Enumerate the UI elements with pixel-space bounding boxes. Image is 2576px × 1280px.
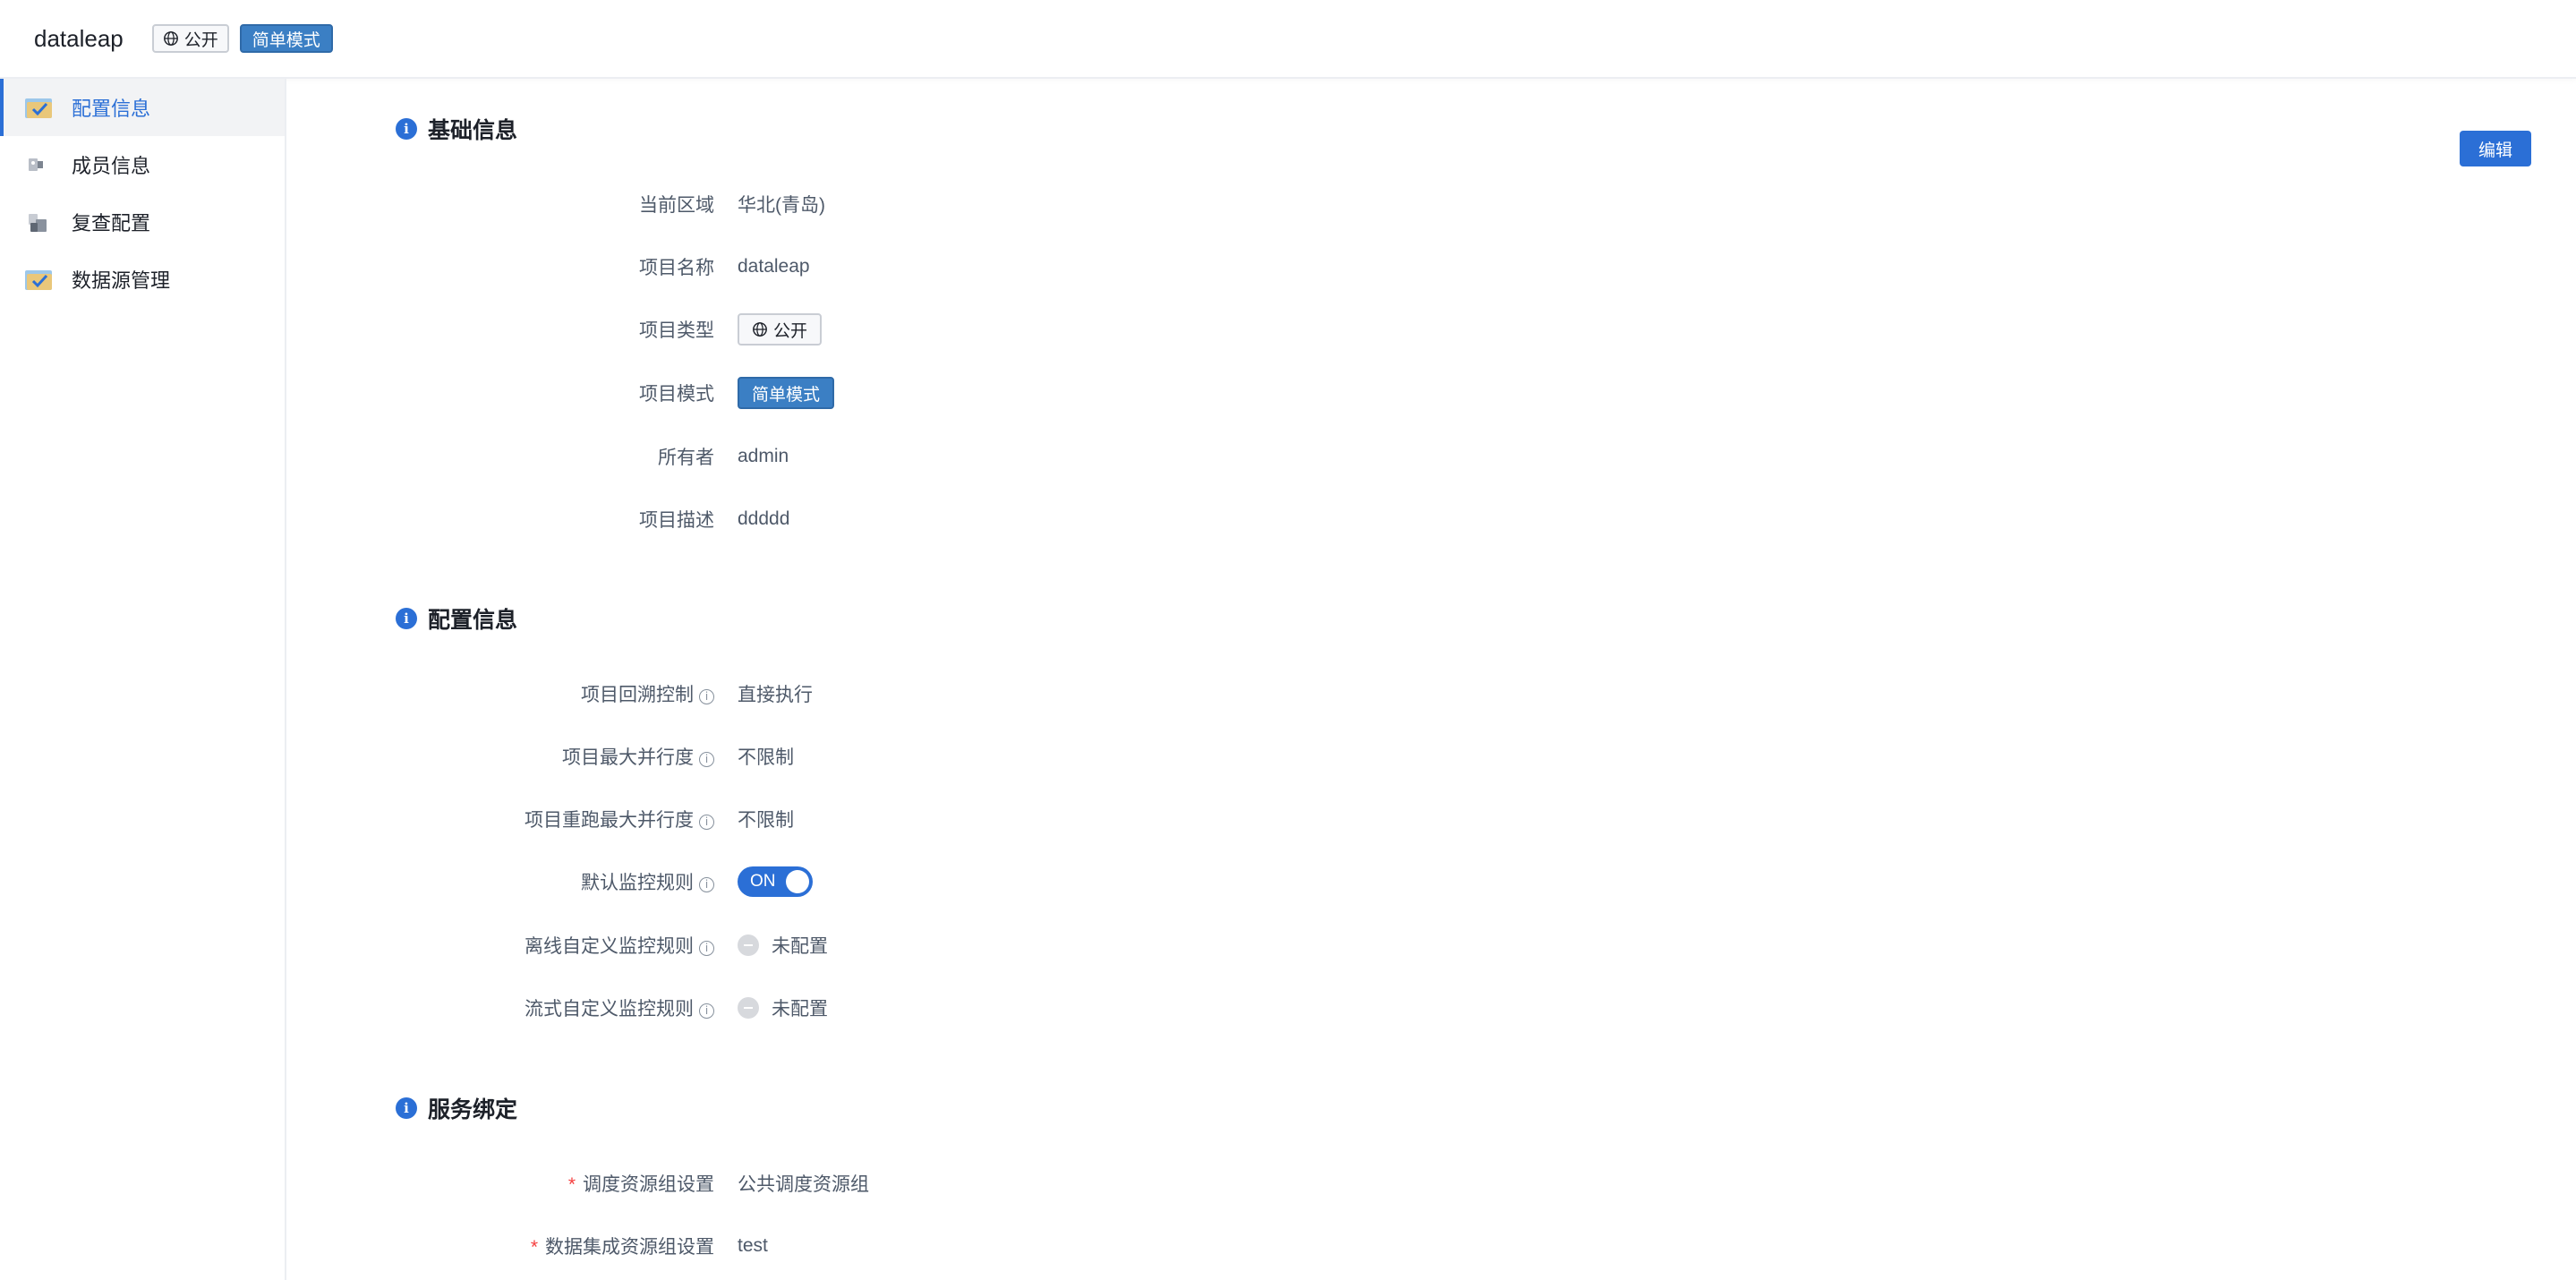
help-icon[interactable]: i xyxy=(699,689,714,704)
edit-button[interactable]: 编辑 xyxy=(2460,131,2531,166)
backfill-label-text: 项目回溯控制 xyxy=(581,685,694,705)
sidebar-item-label: 成员信息 xyxy=(72,155,151,177)
row-backfill: 项目回溯控制 i 直接执行 xyxy=(288,676,1541,712)
region-value: 华北(青岛) xyxy=(738,195,825,216)
required-mark: * xyxy=(567,1174,576,1195)
info-icon: i xyxy=(396,608,417,629)
sidebar-item-review[interactable]: 复查配置 xyxy=(0,193,285,251)
info-icon: i xyxy=(396,1097,417,1119)
section-title-text: 基础信息 xyxy=(428,118,518,143)
sidebar-item-members[interactable]: 成员信息 xyxy=(0,136,285,193)
row-schedule: * 调度资源组设置 公共调度资源组 xyxy=(288,1165,1541,1201)
type-value: 公开 xyxy=(738,313,823,346)
monitor-label-text: 默认监控规则 xyxy=(581,873,694,893)
max-parallel-value: 不限制 xyxy=(738,747,794,768)
desc-value: ddddd xyxy=(738,508,790,529)
help-icon[interactable]: i xyxy=(699,815,714,830)
stream-label-text: 流式自定义监控规则 xyxy=(525,999,694,1020)
row-owner: 所有者 admin xyxy=(288,439,1541,474)
section-title-binding: i 服务绑定 xyxy=(396,1092,517,1124)
sidebar-item-label: 复查配置 xyxy=(72,212,151,235)
main-content: 编辑 i 基础信息 当前区域 华北(青岛) 项目名称 dataleap 项目类型… xyxy=(288,79,2576,1280)
public-tag-label: 公开 xyxy=(183,30,218,50)
desc-label: 项目描述 xyxy=(639,510,714,531)
mode-tag: 简单模式 xyxy=(738,377,835,409)
row-type: 项目类型 公开 xyxy=(288,311,1541,347)
row-region: 当前区域 华北(青岛) xyxy=(288,186,1541,222)
row-integration: * 数据集成资源组设置 test xyxy=(288,1228,1541,1264)
type-label: 项目类型 xyxy=(639,320,714,341)
folder-check-icon xyxy=(25,270,52,290)
row-monitor: 默认监控规则 i ON xyxy=(288,864,1541,900)
info-icon: i xyxy=(396,118,417,140)
max-parallel-label-text: 项目最大并行度 xyxy=(562,747,694,768)
required-mark: * xyxy=(530,1237,538,1258)
folder-check-icon xyxy=(25,98,52,118)
schedule-value: 公共调度资源组 xyxy=(738,1174,869,1195)
sidebar: 配置信息 成员信息 复查配置 数据源管理 xyxy=(0,79,286,1280)
owner-label: 所有者 xyxy=(658,448,714,468)
toggle-knob xyxy=(786,870,809,893)
row-name: 项目名称 dataleap xyxy=(288,249,1541,285)
section-title-text: 配置信息 xyxy=(428,608,518,633)
row-mode: 项目模式 简单模式 xyxy=(288,375,1541,411)
rerun-parallel-value: 不限制 xyxy=(738,810,794,831)
public-tag-label: 公开 xyxy=(773,321,808,341)
unset-icon xyxy=(738,997,759,1019)
mode-value: 简单模式 xyxy=(738,377,835,409)
offline-value: 未配置 xyxy=(738,932,828,959)
offline-label-text: 离线自定义监控规则 xyxy=(525,936,694,957)
public-tag: 公开 xyxy=(738,313,823,346)
schedule-label-text: 调度资源组设置 xyxy=(583,1174,714,1195)
review-config-icon xyxy=(29,214,47,232)
stream-label: 流式自定义监控规则 i xyxy=(288,994,714,1021)
backfill-value: 直接执行 xyxy=(738,685,813,705)
row-offline: 离线自定义监控规则 i 未配置 xyxy=(288,927,1541,963)
integration-value: test xyxy=(738,1235,768,1256)
sidebar-item-label: 数据源管理 xyxy=(72,269,171,292)
integration-label-text: 数据集成资源组设置 xyxy=(545,1237,714,1258)
backfill-label: 项目回溯控制 i xyxy=(288,680,714,707)
project-title: dataleap xyxy=(34,24,124,52)
stream-value: 未配置 xyxy=(738,994,828,1021)
monitor-toggle[interactable]: ON xyxy=(738,866,813,897)
row-rerun-parallel: 项目重跑最大并行度 i 不限制 xyxy=(288,801,1541,837)
mode-label: 项目模式 xyxy=(639,384,714,405)
name-value: dataleap xyxy=(738,256,810,277)
owner-value: admin xyxy=(738,446,789,466)
help-icon[interactable]: i xyxy=(699,1003,714,1019)
offline-value-text: 未配置 xyxy=(772,936,828,957)
section-title-config: i 配置信息 xyxy=(396,602,517,635)
row-stream: 流式自定义监控规则 i 未配置 xyxy=(288,990,1541,1026)
help-icon[interactable]: i xyxy=(699,877,714,892)
rerun-parallel-label: 项目重跑最大并行度 i xyxy=(288,806,714,832)
monitor-value: ON xyxy=(738,866,813,897)
rerun-parallel-label-text: 项目重跑最大并行度 xyxy=(525,810,694,831)
help-icon[interactable]: i xyxy=(699,752,714,767)
stream-value-text: 未配置 xyxy=(772,999,828,1020)
section-title-basic: i 基础信息 xyxy=(396,113,517,145)
public-tag: 公开 xyxy=(151,24,229,53)
max-parallel-label: 项目最大并行度 i xyxy=(288,743,714,770)
mode-tag: 简单模式 xyxy=(239,24,333,53)
sidebar-item-label: 配置信息 xyxy=(72,98,151,120)
globe-icon xyxy=(163,31,178,46)
section-title-text: 服务绑定 xyxy=(428,1097,518,1122)
sidebar-item-config[interactable]: 配置信息 xyxy=(0,79,285,136)
integration-label: * 数据集成资源组设置 xyxy=(288,1233,714,1259)
toggle-label: ON xyxy=(750,872,776,891)
sidebar-item-datasource[interactable]: 数据源管理 xyxy=(0,251,285,308)
monitor-label: 默认监控规则 i xyxy=(288,868,714,895)
schedule-label: * 调度资源组设置 xyxy=(288,1170,714,1197)
region-label: 当前区域 xyxy=(639,195,714,216)
row-desc: 项目描述 ddddd xyxy=(288,501,1541,537)
members-icon xyxy=(29,158,43,171)
name-label: 项目名称 xyxy=(639,258,714,278)
offline-label: 离线自定义监控规则 i xyxy=(288,932,714,959)
help-icon[interactable]: i xyxy=(699,941,714,956)
row-max-parallel: 项目最大并行度 i 不限制 xyxy=(288,738,1541,774)
globe-icon xyxy=(753,322,767,337)
top-header: dataleap 公开 简单模式 xyxy=(0,0,2576,79)
unset-icon xyxy=(738,934,759,956)
